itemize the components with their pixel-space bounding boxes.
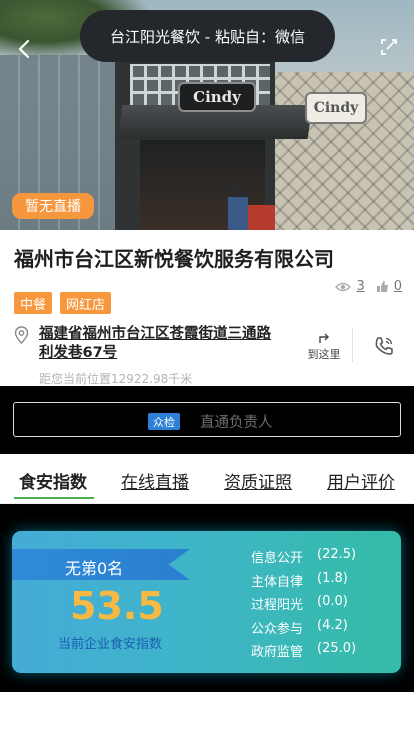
view-count: 3 [356, 279, 365, 294]
store-sign-side: Cindy [305, 92, 367, 124]
metric-value: (4.2) [317, 617, 348, 633]
tab-user-reviews[interactable]: 用户评价 [327, 468, 395, 493]
metric-row: 公众参与 (4.2) [251, 618, 391, 642]
metric-value: (1.8) [317, 570, 348, 586]
metric-value: (0.0) [317, 594, 348, 609]
active-tab-indicator [14, 497, 94, 499]
location-pin-icon [14, 326, 29, 344]
expand-icon[interactable] [378, 36, 400, 58]
live-status-badge[interactable]: 暂无直播 [12, 193, 94, 219]
like-count: 0 [393, 279, 402, 294]
metric-name: 信息公开 [251, 551, 304, 566]
metric-name: 公众参与 [251, 621, 304, 637]
metrics-list: 信息公开 (22.5) 主体自律 (1.8) 过程阳光 (0.0) 公众参与 (… [251, 547, 391, 665]
distance-text: 距您当前位置12922.98千米 [39, 372, 193, 386]
paste-toast: 台江阳光餐饮 - 粘贴自：微信 [80, 10, 335, 62]
metric-name: 主体自律 [251, 574, 304, 590]
directions-arrow-icon [319, 333, 329, 343]
eye-icon [335, 282, 352, 291]
tag-popular: 网红店 [60, 292, 112, 314]
rank-text: 无第0名 [65, 559, 124, 578]
back-arrow-icon[interactable] [14, 38, 36, 60]
rank-ribbon: 无第0名 [12, 549, 190, 580]
store-address[interactable]: 福建省福州市台江区苍霞街道三通路利发巷67号 [39, 325, 284, 363]
tab-licenses[interactable]: 资质证照 [224, 468, 292, 493]
phone-icon[interactable] [373, 335, 395, 357]
food-safety-index-card: 无第0名 53.5 当前企业食安指数 信息公开 (22.5) 主体自律 (1.8… [12, 531, 401, 673]
directions-label: 到这里 [307, 348, 341, 361]
metric-row: 政府监管 (25.0) [251, 641, 391, 665]
tab-food-safety-index[interactable]: 食安指数 [19, 468, 87, 493]
contact-responsible-label: 直通负责人 [200, 415, 273, 431]
thumbs-up-icon[interactable] [376, 280, 389, 293]
index-score-label: 当前企业食安指数 [58, 637, 163, 652]
stats-row: 3 0 [335, 279, 402, 294]
metric-name: 过程阳光 [251, 598, 304, 613]
metric-value: (22.5) [317, 547, 357, 562]
metric-row: 信息公开 (22.5) [251, 547, 391, 571]
directions-button[interactable]: 到这里 [303, 330, 345, 362]
metric-row: 主体自律 (1.8) [251, 571, 391, 595]
store-sign-main: Cindy [178, 82, 256, 112]
person [228, 183, 248, 230]
category-tags: 中餐 网红店 [14, 292, 112, 314]
zhongjian-badge: 众检 [148, 413, 180, 430]
metric-value: (25.0) [317, 641, 357, 656]
divider [352, 328, 353, 362]
contact-responsible-button[interactable]: 众检 直通负责人 [13, 402, 401, 437]
company-name: 福州市台江区新悦餐饮服务有限公司 [14, 247, 334, 271]
index-score: 53.5 [70, 584, 164, 628]
metric-row: 过程阳光 (0.0) [251, 594, 391, 618]
tag-cuisine: 中餐 [14, 292, 53, 314]
metric-name: 政府监管 [251, 645, 304, 660]
tab-live-stream[interactable]: 在线直播 [121, 468, 189, 493]
